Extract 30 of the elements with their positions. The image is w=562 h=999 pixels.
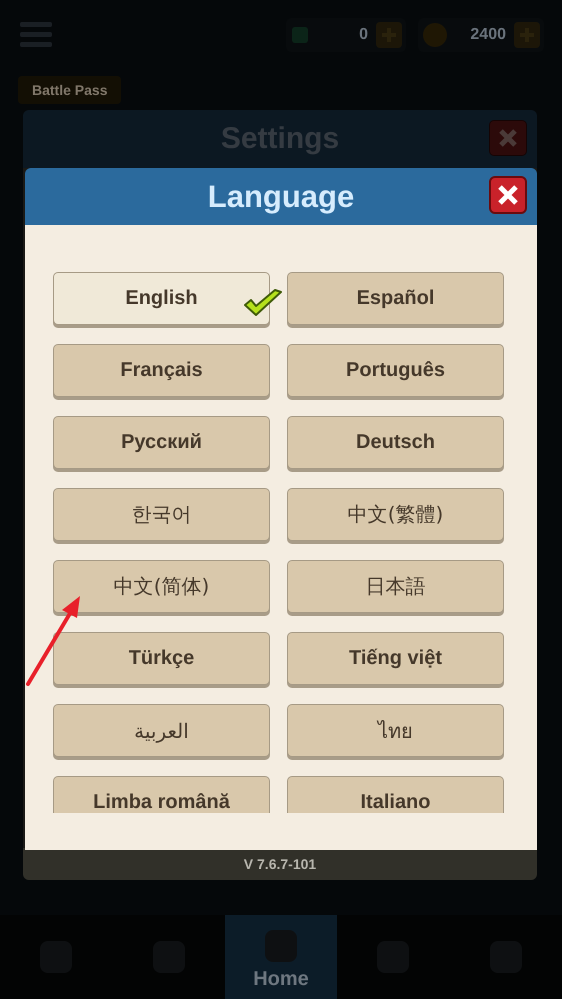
nav-tab[interactable]: Home bbox=[224, 915, 338, 999]
close-button[interactable] bbox=[489, 176, 527, 214]
language-button[interactable]: Tiếng việt bbox=[287, 632, 504, 685]
coin-icon bbox=[422, 22, 448, 48]
language-button[interactable]: Français bbox=[53, 344, 270, 397]
language-button[interactable]: 中文(繁體) bbox=[287, 488, 504, 541]
battle-pass-button[interactable]: Battle Pass bbox=[18, 76, 122, 104]
language-button[interactable]: Deutsch bbox=[287, 416, 504, 469]
plus-icon[interactable] bbox=[376, 22, 402, 48]
language-button[interactable]: English bbox=[53, 272, 270, 325]
language-button[interactable]: Türkçe bbox=[53, 632, 270, 685]
close-icon bbox=[497, 184, 519, 206]
coin-count: 2400 bbox=[469, 26, 506, 44]
language-button[interactable]: 中文(简体) bbox=[53, 560, 270, 613]
language-button[interactable]: ไทย bbox=[287, 704, 504, 757]
plus-icon[interactable] bbox=[514, 22, 540, 48]
nav-tab[interactable] bbox=[337, 915, 450, 999]
language-button[interactable]: Italiano bbox=[287, 776, 504, 813]
language-button[interactable]: 한국어 bbox=[53, 488, 270, 541]
close-icon bbox=[498, 128, 518, 148]
language-button[interactable]: العربية bbox=[53, 704, 270, 757]
nav-tab[interactable] bbox=[112, 915, 225, 999]
gem-count: 0 bbox=[358, 26, 368, 44]
language-button[interactable]: Limba română bbox=[53, 776, 270, 813]
dialog-title: Language bbox=[208, 178, 354, 214]
language-button[interactable]: Русский bbox=[53, 416, 270, 469]
language-button[interactable]: 日本語 bbox=[287, 560, 504, 613]
language-button[interactable]: Português bbox=[287, 344, 504, 397]
language-button[interactable]: Español bbox=[287, 272, 504, 325]
version-label: V 7.6.7-101 bbox=[244, 856, 316, 872]
